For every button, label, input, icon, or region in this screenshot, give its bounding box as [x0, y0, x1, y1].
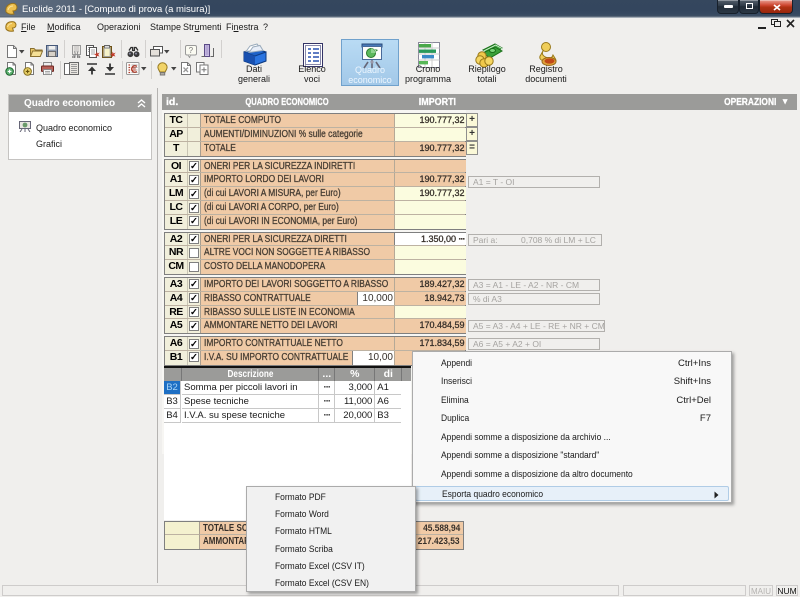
svg-text:?: ? — [189, 46, 194, 55]
